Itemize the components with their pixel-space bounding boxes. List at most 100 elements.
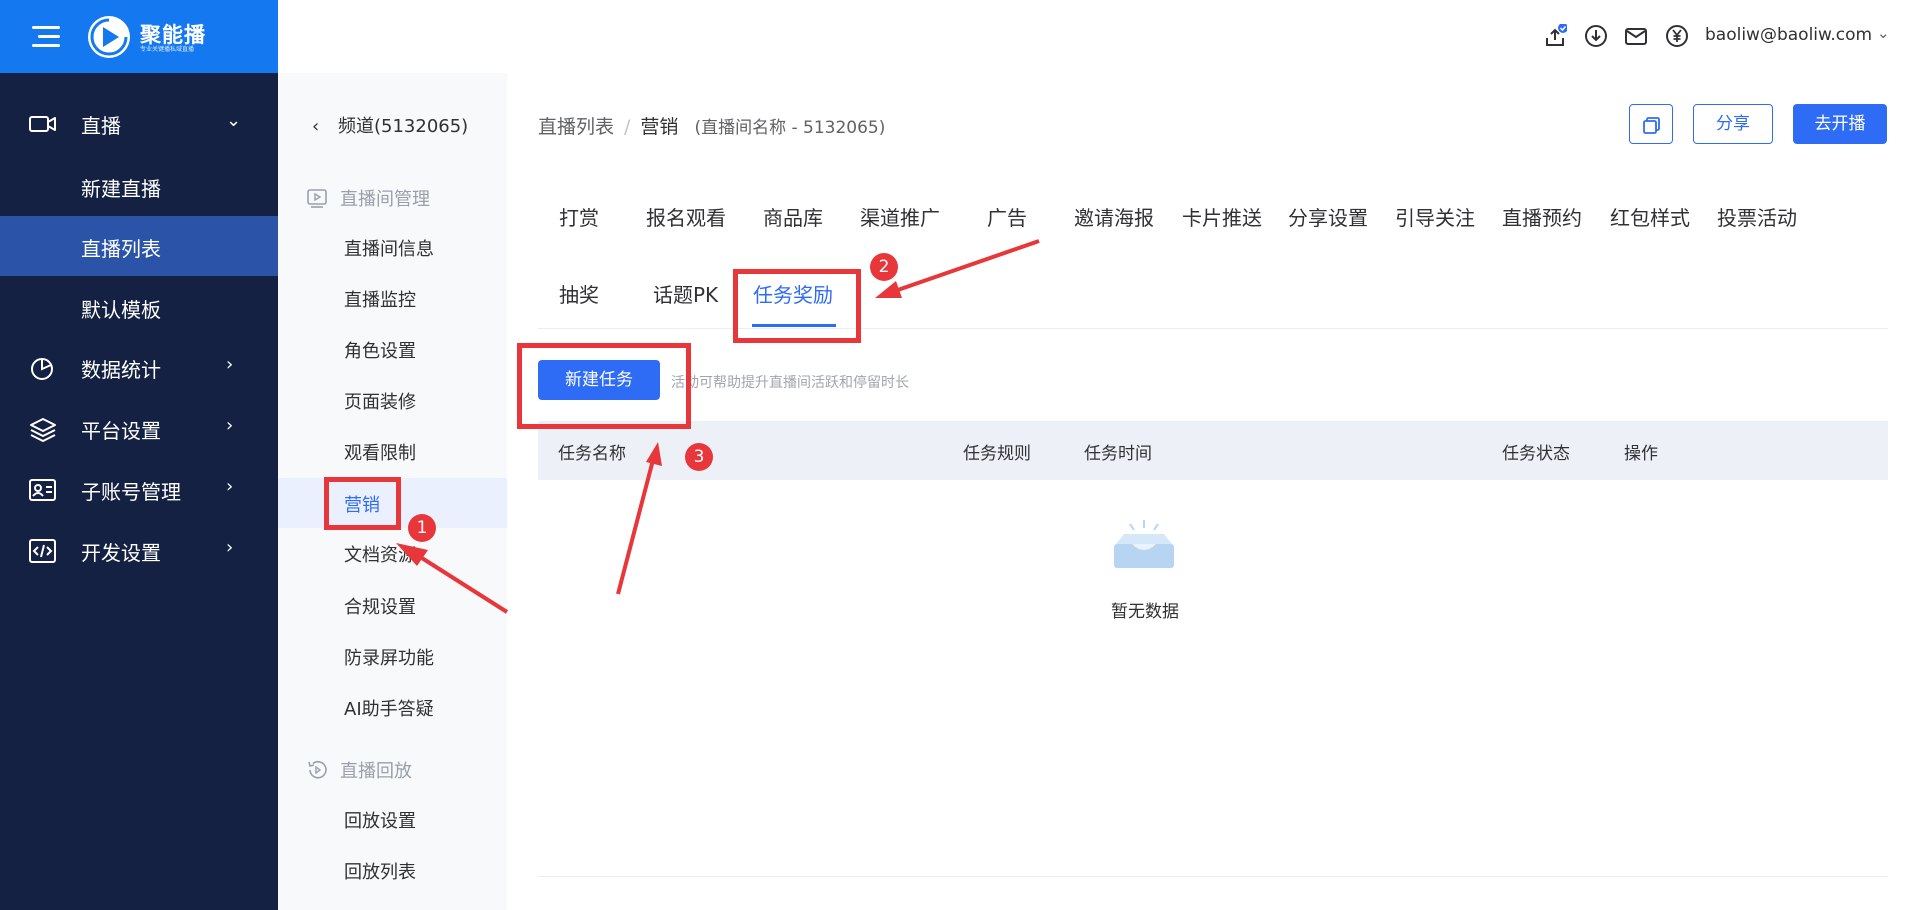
tab-voting[interactable]: 投票活动: [1717, 202, 1797, 231]
column-header-task-time: 任务时间: [1084, 444, 1152, 464]
nav-item-label: 平台设置: [81, 419, 161, 443]
subnav-item-marketing[interactable]: 营销: [278, 478, 507, 528]
breadcrumb-separator: /: [624, 116, 631, 138]
subnav-item-label: 防录屏功能: [344, 648, 434, 669]
copy-button[interactable]: [1629, 104, 1673, 144]
channel-back-link[interactable]: ‹ 频道(5132065): [312, 112, 468, 138]
tab-lottery[interactable]: 抽奖: [559, 279, 599, 308]
layers-icon: [30, 418, 56, 442]
subnav-item-label: 文档资源: [344, 545, 416, 566]
tab-follow-guide[interactable]: 引导关注: [1395, 202, 1475, 231]
upload-icon[interactable]: [1543, 24, 1567, 48]
subnav-item-label: 直播间信息: [344, 239, 434, 260]
task-table-header: 任务名称 任务规则 任务时间 任务状态 操作: [538, 421, 1888, 480]
tab-live-reservation[interactable]: 直播预约: [1502, 202, 1582, 231]
subnav-item-label: 观看限制: [344, 443, 416, 464]
column-header-task-rule: 任务规则: [963, 444, 1031, 464]
tab-channel-promotion[interactable]: 渠道推广: [860, 202, 940, 231]
nav-sub-label: 新建直播: [81, 177, 161, 201]
tab-redpacket-style[interactable]: 红包样式: [1610, 202, 1690, 231]
play-square-icon: [307, 189, 327, 208]
copy-icon: [1643, 117, 1660, 134]
column-header-task-status: 任务状态: [1502, 444, 1570, 464]
tab-share-settings[interactable]: 分享设置: [1288, 202, 1368, 231]
tab-ads[interactable]: 广告: [987, 202, 1027, 231]
brand-tagline: 专业关键播私域直播: [140, 46, 195, 53]
tab-topic-pk[interactable]: 话题PK: [653, 279, 718, 308]
subnav-item-label: AI助手答疑: [344, 699, 434, 720]
nav-item-label: 直播: [81, 114, 121, 138]
subnav-item-anti-record[interactable]: 防录屏功能: [278, 631, 507, 681]
nav-sub-live-list[interactable]: 直播列表: [0, 216, 278, 276]
yen-icon[interactable]: [1665, 24, 1689, 48]
chevron-right-icon: ›: [226, 415, 234, 436]
content-bottom-divider: [538, 876, 1888, 877]
subnav-item-documents[interactable]: 文档资源: [278, 528, 507, 578]
user-email[interactable]: baoliw@baoliw.com: [1705, 25, 1872, 45]
mail-icon[interactable]: [1624, 24, 1648, 48]
menu-toggle-icon[interactable]: [32, 24, 60, 50]
nav-sub-new-live[interactable]: 新建直播: [0, 156, 278, 216]
tab-reward[interactable]: 打赏: [559, 202, 599, 231]
main-content: [507, 73, 1917, 910]
nav-item-live[interactable]: 直播 ⌄: [0, 94, 278, 154]
chevron-right-icon: ›: [226, 354, 234, 375]
chevron-down-icon[interactable]: ⌄: [1877, 24, 1890, 42]
chevron-left-icon: ‹: [312, 116, 320, 137]
tab-task-reward[interactable]: 任务奖励: [753, 279, 833, 308]
breadcrumb: 直播列表 / 营销 (直播间名称 - 5132065): [538, 112, 885, 139]
subnav-item-page-decor[interactable]: 页面装修: [278, 375, 507, 425]
subnav-item-label: 营销: [344, 495, 380, 516]
breadcrumb-live-list[interactable]: 直播列表: [538, 116, 614, 138]
subnav-item-ai-assistant[interactable]: AI助手答疑: [278, 682, 507, 732]
logo-icon: [88, 16, 130, 58]
chevron-down-icon: ⌄: [226, 110, 242, 131]
subnav-item-room-info[interactable]: 直播间信息: [278, 222, 507, 272]
tabs-divider: [538, 328, 1888, 329]
subnav-item-compliance[interactable]: 合规设置: [278, 580, 507, 630]
subnav-item-roles[interactable]: 角色设置: [278, 324, 507, 374]
nav-item-label: 开发设置: [81, 541, 161, 565]
active-tab-indicator: [752, 324, 836, 327]
history-icon: [308, 760, 327, 779]
nav-item-dev-settings[interactable]: 开发设置 ›: [0, 521, 278, 581]
nav-item-platform-settings[interactable]: 平台设置 ›: [0, 399, 278, 459]
nav-item-label: 数据统计: [81, 358, 161, 382]
subnav-item-label: 回放设置: [344, 811, 416, 832]
code-icon: [29, 539, 56, 563]
tab-invite-poster[interactable]: 邀请海报: [1074, 202, 1154, 231]
chevron-right-icon: ›: [226, 476, 234, 497]
subnav-item-view-limit[interactable]: 观看限制: [278, 426, 507, 476]
video-camera-icon: [29, 116, 56, 132]
subnav-item-replay-settings[interactable]: 回放设置: [278, 794, 507, 844]
subnav-item-replay-list[interactable]: 回放列表: [278, 845, 507, 895]
tab-registration[interactable]: 报名观看: [646, 202, 726, 231]
go-live-button[interactable]: 去开播: [1793, 104, 1887, 144]
tab-card-push[interactable]: 卡片推送: [1182, 202, 1262, 231]
subnav-item-label: 页面装修: [344, 392, 416, 413]
subnav-item-label: 直播监控: [344, 290, 416, 311]
tab-product-library[interactable]: 商品库: [763, 202, 823, 231]
group-label: 直播间管理: [340, 189, 430, 210]
nav-item-statistics[interactable]: 数据统计 ›: [0, 338, 278, 398]
column-header-actions: 操作: [1624, 444, 1658, 464]
empty-state-text: 暂无数据: [1111, 602, 1179, 622]
subnav-item-label: 角色设置: [344, 341, 416, 362]
share-button[interactable]: 分享: [1693, 104, 1773, 144]
nav-item-subaccount[interactable]: 子账号管理 ›: [0, 460, 278, 520]
new-task-button[interactable]: 新建任务: [538, 360, 660, 400]
annotation-badge-2: 2: [870, 253, 898, 281]
nav-sub-default-template[interactable]: 默认模板: [0, 277, 278, 337]
channel-label: 频道(5132065): [338, 116, 469, 137]
breadcrumb-current: 营销: [640, 116, 679, 138]
nav-sub-label: 直播列表: [81, 237, 161, 261]
annotation-badge-3: 3: [685, 443, 713, 471]
nav-item-label: 子账号管理: [81, 480, 181, 504]
pie-chart-icon: [31, 358, 53, 380]
chevron-right-icon: ›: [226, 537, 234, 558]
logo-bar: 聚能播 专业关键播私域直播: [0, 0, 278, 73]
subnav-item-monitor[interactable]: 直播监控: [278, 273, 507, 323]
subnav-item-label: 合规设置: [344, 597, 416, 618]
download-icon[interactable]: [1584, 24, 1608, 48]
nav-sub-label: 默认模板: [81, 298, 161, 322]
